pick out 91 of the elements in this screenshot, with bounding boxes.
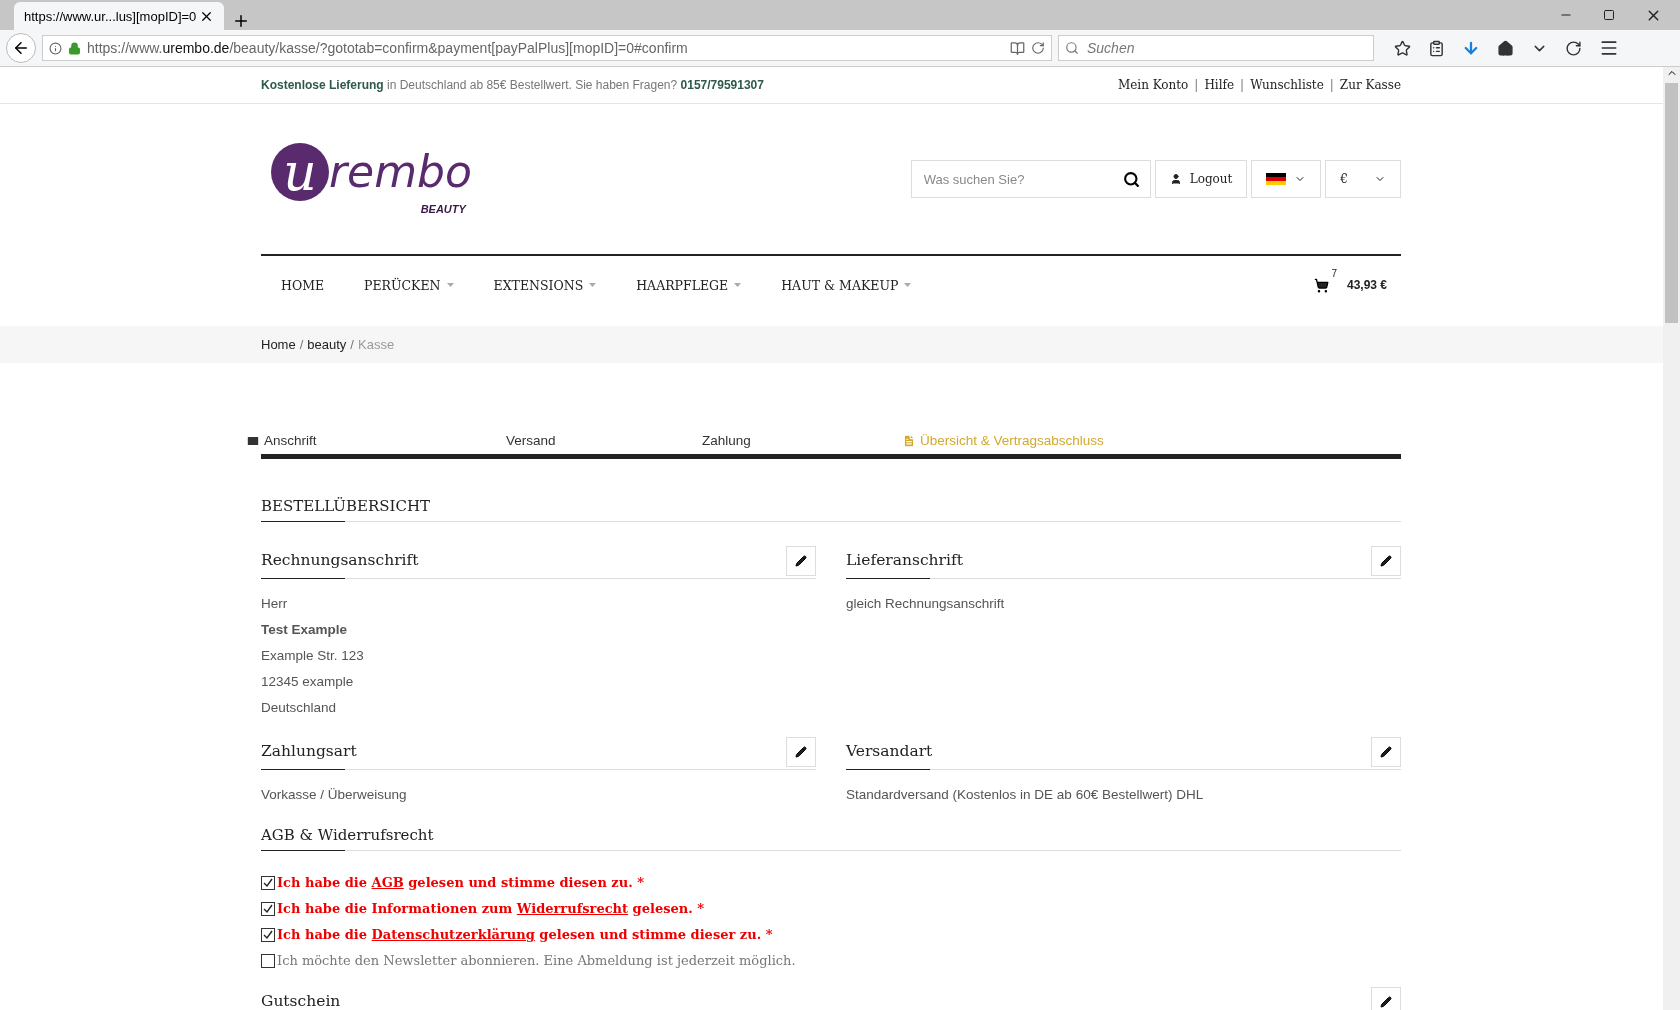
caret-icon [589,283,597,287]
nav-item[interactable]: EXTENSIONS [473,277,617,293]
edit-button[interactable] [1371,737,1401,767]
panel-title: Gutschein [261,992,341,1010]
nav-item[interactable]: HAUT & MAKEUP [761,277,932,293]
top-link[interactable]: Hilfe [1204,78,1235,92]
pencil-icon [795,746,807,758]
panel-text: Example Str. 123 [261,647,365,665]
checkbox[interactable] [261,954,275,968]
edit-button[interactable] [1371,546,1401,576]
edit-button[interactable] [1371,987,1401,1010]
top-link[interactable]: Wunschliste [1250,78,1324,92]
separator: | [1240,78,1245,92]
breadcrumb-current: Kasse [358,337,395,352]
address-bar[interactable]: https://www.urembo.de/beauty/kasse/?gototab=confirm&payment[payPalPlus][mopID]=0#confirm [42,35,1052,61]
pencil-icon [1380,555,1392,567]
section-title: BESTELLÜBERSICHT [261,497,430,515]
breadcrumb-link[interactable]: Home [261,337,296,352]
reader-icon[interactable] [1010,40,1025,56]
search-bar[interactable]: Suchen [1058,35,1374,61]
scrollbar-thumb[interactable] [1665,83,1678,323]
pencil-icon [795,555,807,567]
caret-icon [734,283,742,287]
search-bar[interactable]: Was suchen Sie? [910,160,1151,198]
consent-link[interactable]: Widerrufsrecht [516,901,629,916]
section-title: AGB & Widerrufsrecht [261,826,434,844]
download-icon[interactable] [1462,39,1480,57]
currency-dropdown[interactable]: € [1325,160,1401,198]
edit-button[interactable] [786,546,816,576]
consent-text: Ich möchte den Newsletter abonnieren. Eine Abmeldung ist jederzeit möglich. [277,952,796,970]
nav-item[interactable]: PERÜCKEN [344,277,474,293]
panel-text: gleich Rechnungsanschrift [846,595,1006,613]
panel-text: Standardversand (Kostenlos in DE ab 60€ Bestellwert) DHL [846,786,1205,804]
checkbox[interactable] [261,902,275,916]
panel-text: Test Example [261,621,349,639]
separator: | [1194,78,1199,92]
search-icon [1065,41,1079,55]
shipping-notice: Kostenlose Lieferung in Deutschland ab 85€ Bestellwert. Sie haben Fragen? 0157/79591307 [261,78,764,92]
panel-text: Deutschland [261,699,338,717]
panel-text: 12345 example [261,673,355,691]
restore-icon[interactable] [1603,9,1615,21]
info-icon[interactable] [49,41,62,55]
sync-icon[interactable] [1565,39,1582,57]
separator: / [350,337,354,352]
user-icon [1169,173,1182,185]
consent-text: Ich habe die AGB gelesen und stimme diesen zu. * [277,874,645,892]
star-icon[interactable] [1394,39,1411,57]
search-icon[interactable] [1122,170,1140,188]
checkout-step[interactable]: Anschrift [246,433,506,454]
top-link[interactable]: Mein Konto [1117,78,1189,92]
consent-link[interactable]: Datenschutzerklärung [371,927,535,942]
consent-link[interactable]: AGB [371,875,404,890]
consent-text: Ich habe die Datenschutzerklärung gelesen und stimme dieser zu. * [277,926,773,944]
checkout-step[interactable]: Versand [506,433,702,454]
cart-count: 7 [1331,267,1337,279]
language-dropdown[interactable] [1251,160,1322,198]
new-tab-icon[interactable] [232,12,250,30]
consent-text: Ich habe die Informationen zum Widerrufsrecht gelesen. * [277,900,705,918]
clipboard-icon[interactable] [1428,39,1445,57]
menu-icon[interactable] [1599,38,1619,58]
panel-text: Vorkasse / Überweisung [261,786,408,804]
nav-item[interactable]: HOME [261,277,345,293]
breadcrumb-link[interactable]: beauty [307,337,347,352]
panel-title: Zahlungsart [261,742,357,760]
pencil-icon [1380,746,1392,758]
panel-title: Lieferanschrift [846,551,963,569]
caret-icon [446,283,454,287]
checkbox[interactable] [261,876,275,890]
checkbox[interactable] [261,928,275,942]
home-icon[interactable] [1497,39,1514,57]
top-link[interactable]: Zur Kasse [1339,78,1401,92]
nav-item[interactable]: HAARPFLEGE [616,277,762,293]
lock-icon [68,41,81,55]
reload-icon[interactable] [1031,41,1045,55]
back-button[interactable] [6,33,36,63]
separator: | [1329,78,1334,92]
separator: / [299,337,304,352]
checkout-step[interactable]: Zahlung [702,433,902,454]
logout-button[interactable]: Logout [1154,160,1248,198]
cart-icon[interactable] [1313,277,1329,293]
panel-text: Herr [261,595,289,613]
caret-icon [904,283,912,287]
flag-icon [1266,173,1287,185]
panel-title: Versandart [846,742,933,760]
cart-total[interactable]: 43,93 € [1346,278,1387,292]
pencil-icon [1380,996,1392,1008]
document-icon [902,433,916,448]
browser-tab[interactable]: https://www.ur...lus][mopID]=0 [14,2,224,30]
logo[interactable]: u rembo BEAUTY [261,143,472,215]
panel-title: Rechnungsanschrift [261,551,419,569]
edit-button[interactable] [786,737,816,767]
